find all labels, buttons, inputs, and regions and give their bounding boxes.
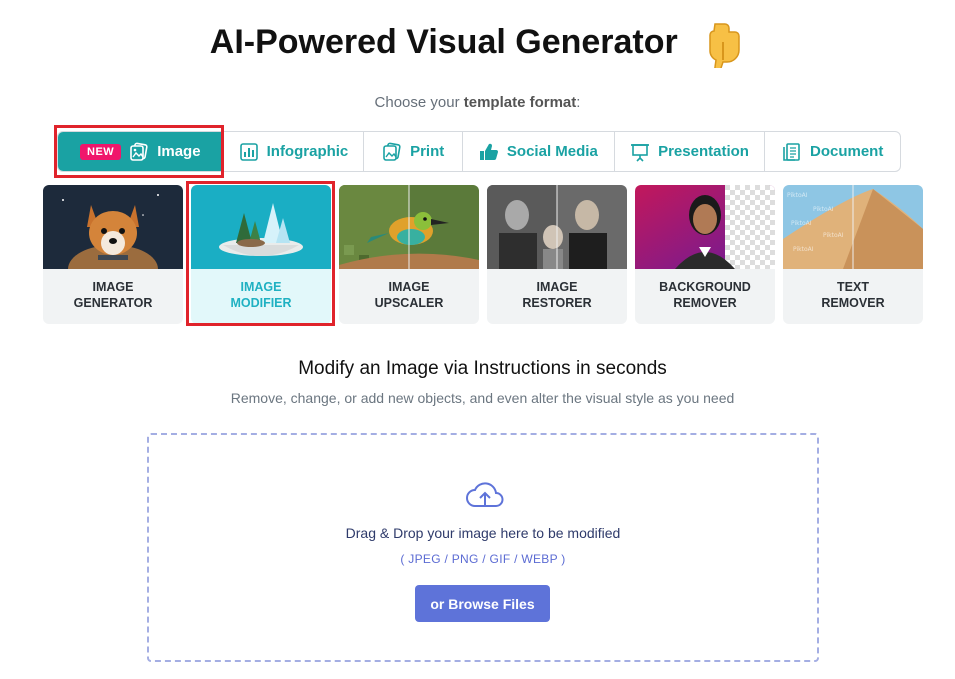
section-subtitle: Remove, change, or add new objects, and … [230,390,735,406]
upload-dropzone[interactable]: Drag & Drop your image here to be modifi… [147,433,819,662]
dune-thumbnail: PiktoAIPiktoAIPiktoAI PiktoAIPiktoAI [783,185,923,269]
tab-infographic-label: Infographic [266,143,349,160]
section-title: Modify an Image via Instructions in seco… [298,358,667,379]
image-tab-highlight [54,125,224,178]
tab-print-label: Print [410,143,445,160]
dropzone-formats: ( JPEG / PNG / GIF / WEBP ) [400,552,566,566]
card-label: BACKGROUND REMOVER [659,280,751,310]
bar-chart-icon [239,142,258,161]
tab-document-label: Document [809,143,884,160]
portrait-thumbnail [635,185,775,269]
svg-text:PiktoAI: PiktoAI [823,232,844,239]
prompt-suffix: : [576,94,581,111]
svg-text:PiktoAI: PiktoAI [791,220,812,227]
pointing-down-hand-icon [709,23,740,68]
cloud-upload-icon [466,482,504,507]
tab-document[interactable]: Document [765,132,900,171]
svg-text:PiktoAI: PiktoAI [787,192,808,199]
card-text-remover[interactable]: PiktoAI PiktoAI PiktoAI PiktoAI PiktoAI TEX… [783,185,923,324]
image-modifier-highlight [186,181,335,326]
dropzone-instruction: Drag & Drop your image here to be modifi… [345,525,621,541]
browse-files-button[interactable]: or Browse Files [415,585,550,622]
tab-print[interactable]: Print [364,132,464,171]
svg-text:PiktoAI: PiktoAI [793,246,814,253]
presentation-board-icon [631,143,650,162]
tab-presentation-label: Presentation [658,143,749,160]
svg-text:PiktoAI: PiktoAI [813,206,834,213]
template-format-prompt: Choose your template format: [0,94,955,111]
prompt-prefix: Choose your [374,94,464,111]
card-image-generator[interactable]: IMAGE GENERATOR [43,185,183,324]
tab-presentation[interactable]: Presentation [615,132,766,171]
card-image-upscaler[interactable]: IMAGE UPSCALER [339,185,479,324]
document-icon [783,142,800,161]
old-photo-thumbnail [487,185,627,269]
thumbs-up-icon [479,143,498,160]
bird-thumbnail [339,185,479,269]
card-label: IMAGE RESTORER [522,280,592,310]
card-background-remover[interactable]: BACKGROUND REMOVER [635,185,775,324]
card-label: IMAGE UPSCALER [374,280,444,310]
corgi-thumbnail [43,185,183,269]
tab-infographic[interactable]: Infographic [224,132,365,171]
prompt-bold: template format [463,94,577,111]
card-label: IMAGE GENERATOR [73,280,153,310]
tab-social-media-label: Social Media [506,143,598,160]
print-image-icon [383,142,401,161]
card-image-restorer[interactable]: IMAGE RESTORER [487,185,627,324]
page-title-text: AI-Powered Visual Generator [209,22,678,61]
card-label: TEXT REMOVER [821,280,885,310]
page-title: AI-Powered Visual Generator [0,20,955,68]
tab-social-media[interactable]: Social Media [463,132,615,171]
